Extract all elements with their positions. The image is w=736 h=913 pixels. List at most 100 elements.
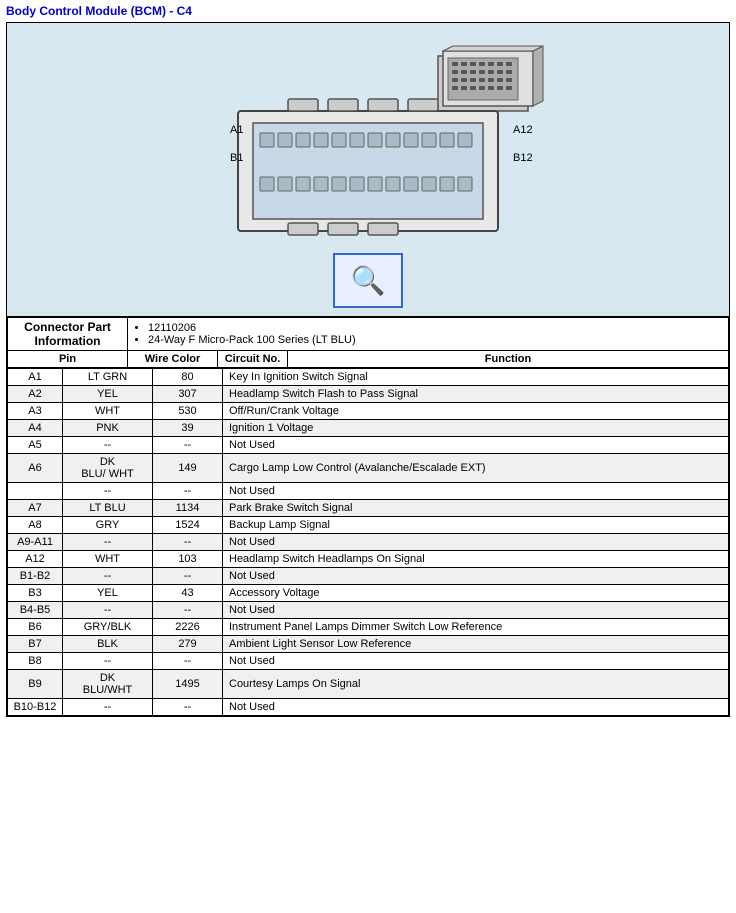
table-row: B6GRY/BLK2226Instrument Panel Lamps Dimm… (8, 619, 729, 636)
table-row: A2YEL307Headlamp Switch Flash to Pass Si… (8, 386, 729, 403)
connector-info-label: Connector Part Information (8, 318, 128, 351)
cell-pin: A3 (8, 403, 63, 420)
cell-pin: B9 (8, 670, 63, 699)
cell-circuit-no: 1134 (153, 500, 223, 517)
cell-circuit-no: 1524 (153, 517, 223, 534)
cell-wire-color: -- (63, 534, 153, 551)
header-function: Function (288, 351, 729, 368)
table-row: A1LT GRN80Key In Ignition Switch Signal (8, 369, 729, 386)
cell-wire-color: PNK (63, 420, 153, 437)
cell-circuit-no: 80 (153, 369, 223, 386)
cell-pin: A2 (8, 386, 63, 403)
cell-wire-color: YEL (63, 585, 153, 602)
table-row: A7LT BLU1134Park Brake Switch Signal (8, 500, 729, 517)
table-row: A3WHT530Off/Run/Crank Voltage (8, 403, 729, 420)
header-circuit-no: Circuit No. (218, 351, 288, 368)
part-number-2: 24-Way F Micro-Pack 100 Series (LT BLU) (148, 334, 724, 346)
cell-pin: A7 (8, 500, 63, 517)
cell-wire-color: BLK (63, 636, 153, 653)
part-info-cell: 12110206 24-Way F Micro-Pack 100 Series … (128, 318, 729, 351)
cell-function: Headlamp Switch Flash to Pass Signal (223, 386, 729, 403)
label-a1: A1 (230, 124, 243, 136)
page-wrapper: Body Control Module (BCM) - C4 (0, 0, 736, 721)
cell-circuit-no: 1495 (153, 670, 223, 699)
cell-function: Courtesy Lamps On Signal (223, 670, 729, 699)
connector-svg-area: A1 B1 A12 B12 (15, 31, 721, 241)
cell-wire-color: GRY/BLK (63, 619, 153, 636)
cell-circuit-no: -- (153, 568, 223, 585)
cell-function: Cargo Lamp Low Control (Avalanche/Escala… (223, 454, 729, 483)
cell-function: Instrument Panel Lamps Dimmer Switch Low… (223, 619, 729, 636)
cell-circuit-no: 279 (153, 636, 223, 653)
table-row: B3YEL43Accessory Voltage (8, 585, 729, 602)
cell-pin: B6 (8, 619, 63, 636)
cell-circuit-no: 149 (153, 454, 223, 483)
cell-wire-color: -- (63, 699, 153, 716)
table-row: B9DKBLU/WHT1495Courtesy Lamps On Signal (8, 670, 729, 699)
main-content: A1 B1 A12 B12 (6, 22, 730, 717)
magnifier-button[interactable]: 🔍 (333, 253, 403, 308)
cell-circuit-no: 307 (153, 386, 223, 403)
cell-pin: B10-B12 (8, 699, 63, 716)
cell-wire-color: -- (63, 437, 153, 454)
cell-pin: A12 (8, 551, 63, 568)
cell-circuit-no: -- (153, 534, 223, 551)
cell-circuit-no: -- (153, 699, 223, 716)
table-row: A5----Not Used (8, 437, 729, 454)
cell-wire-color: YEL (63, 386, 153, 403)
cell-function: Not Used (223, 483, 729, 500)
label-b12: B12 (513, 152, 533, 164)
table-row: A12WHT103Headlamp Switch Headlamps On Si… (8, 551, 729, 568)
table-row: B4-B5----Not Used (8, 602, 729, 619)
label-a12: A12 (513, 124, 533, 136)
cell-function: Park Brake Switch Signal (223, 500, 729, 517)
cell-function: Not Used (223, 653, 729, 670)
cell-circuit-no: 2226 (153, 619, 223, 636)
cell-function: Ignition 1 Voltage (223, 420, 729, 437)
cell-function: Not Used (223, 602, 729, 619)
table-row: B10-B12----Not Used (8, 699, 729, 716)
cell-pin: A8 (8, 517, 63, 534)
table-row: A4PNK39Ignition 1 Voltage (8, 420, 729, 437)
connector-info-row: Connector Part Information 12110206 24-W… (8, 318, 729, 351)
cell-wire-color: -- (63, 568, 153, 585)
cell-wire-color: LT BLU (63, 500, 153, 517)
cell-function: Backup Lamp Signal (223, 517, 729, 534)
cell-pin (8, 483, 63, 500)
cell-function: Not Used (223, 437, 729, 454)
info-table: Connector Part Information 12110206 24-W… (7, 317, 729, 368)
cell-function: Not Used (223, 534, 729, 551)
cell-pin: B3 (8, 585, 63, 602)
cell-wire-color: -- (63, 653, 153, 670)
cell-wire-color: DKBLU/WHT (63, 670, 153, 699)
cell-circuit-no: 39 (153, 420, 223, 437)
cell-wire-color: WHT (63, 551, 153, 568)
cell-circuit-no: -- (153, 653, 223, 670)
cell-function: Headlamp Switch Headlamps On Signal (223, 551, 729, 568)
cell-pin: A1 (8, 369, 63, 386)
cell-wire-color: DKBLU/ WHT (63, 454, 153, 483)
connector-diagram: A1 B1 A12 B12 (15, 31, 721, 308)
cell-circuit-no: 103 (153, 551, 223, 568)
header-pin: Pin (8, 351, 128, 368)
cell-pin: A4 (8, 420, 63, 437)
cell-circuit-no: 43 (153, 585, 223, 602)
table-row: B1-B2----Not Used (8, 568, 729, 585)
cell-circuit-no: -- (153, 437, 223, 454)
cell-pin: B1-B2 (8, 568, 63, 585)
table-row: A9-A11----Not Used (8, 534, 729, 551)
cell-wire-color: LT GRN (63, 369, 153, 386)
diagram-area: A1 B1 A12 B12 (7, 23, 729, 317)
cell-function: Off/Run/Crank Voltage (223, 403, 729, 420)
cell-circuit-no: -- (153, 602, 223, 619)
cell-function: Ambient Light Sensor Low Reference (223, 636, 729, 653)
cell-pin: B8 (8, 653, 63, 670)
cell-pin: A6 (8, 454, 63, 483)
cell-function: Key In Ignition Switch Signal (223, 369, 729, 386)
table-row: A8GRY1524Backup Lamp Signal (8, 517, 729, 534)
label-b1: B1 (230, 152, 243, 164)
part-number-1: 12110206 (148, 322, 724, 334)
table-header-row: Pin Wire Color Circuit No. Function (8, 351, 729, 368)
cell-wire-color: WHT (63, 403, 153, 420)
cell-wire-color: GRY (63, 517, 153, 534)
